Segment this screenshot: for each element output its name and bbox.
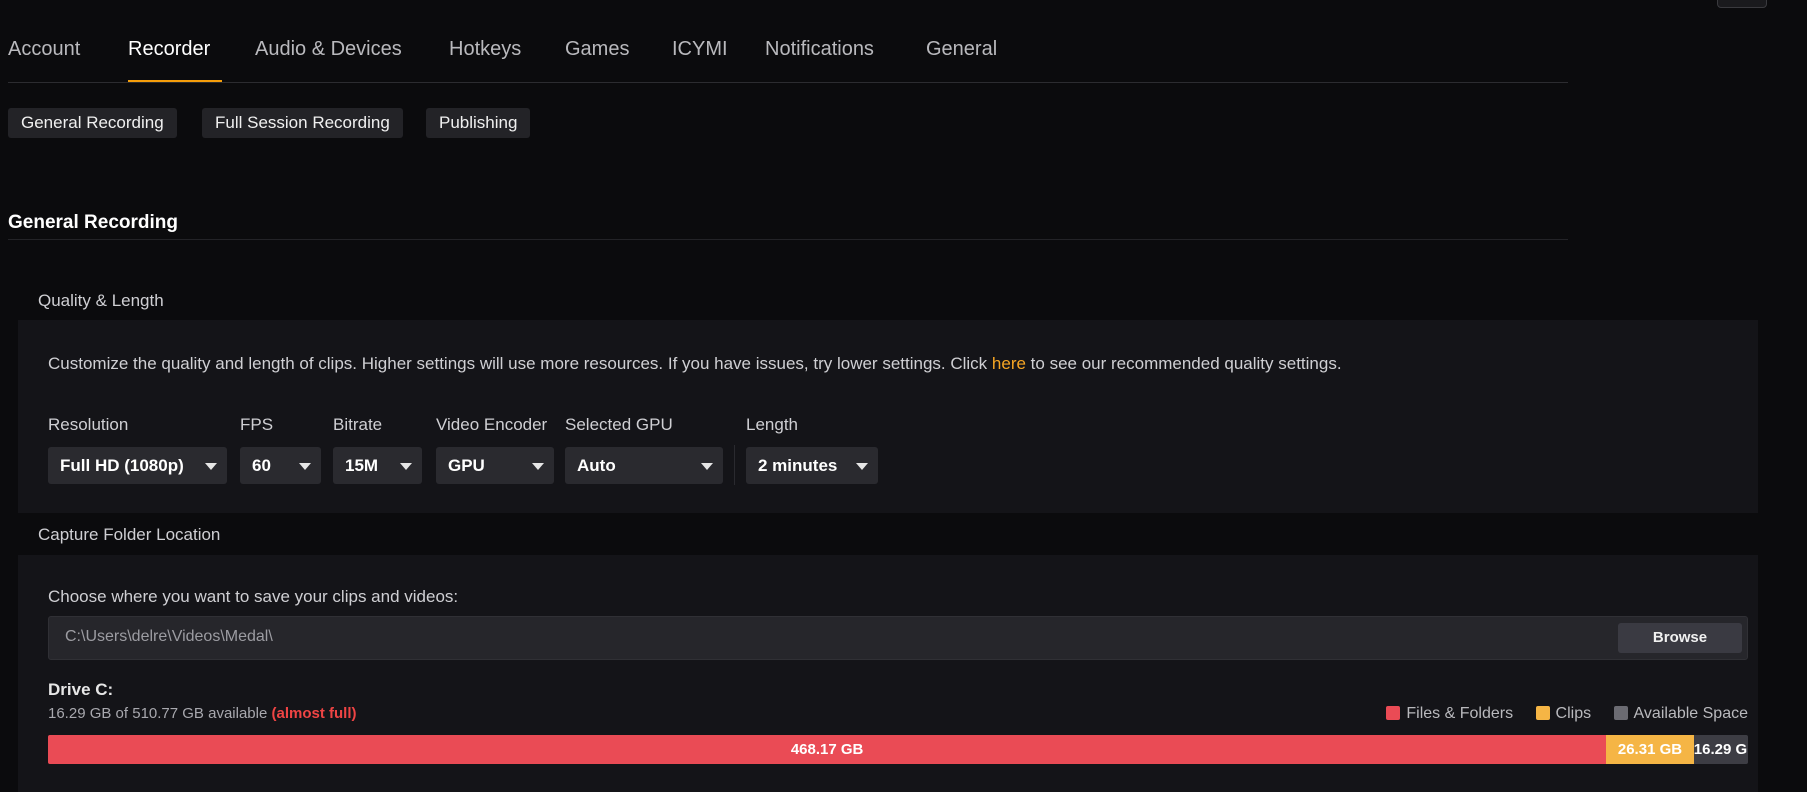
tab-recorder[interactable]: Recorder (128, 38, 210, 61)
chevron-down-icon (532, 463, 544, 470)
fps-select[interactable]: 60 (240, 447, 321, 484)
drive-availability: 16.29 GB of 510.77 GB available (almost … (48, 705, 357, 722)
resolution-value: Full HD (1080p) (60, 456, 184, 475)
section-title: General Recording (8, 212, 178, 233)
resolution-select[interactable]: Full HD (1080p) (48, 447, 227, 484)
bitrate-label: Bitrate (333, 415, 383, 434)
selected-gpu-label: Selected GPU (565, 415, 673, 434)
tab-hotkeys[interactable]: Hotkeys (449, 38, 521, 61)
storage-legend: Files & Folders Clips Available Space (1368, 705, 1748, 723)
tab-notifications[interactable]: Notifications (765, 38, 874, 61)
capture-folder-description: Choose where you want to save your clips… (48, 587, 459, 606)
legend-clips: Clips (1535, 705, 1592, 723)
chevron-down-icon (299, 463, 311, 470)
storage-usage-bar: 468.17 GB 26.31 GB 16.29 GB (48, 735, 1748, 764)
quality-length-panel (18, 320, 1758, 513)
usage-files-segment: 468.17 GB (48, 735, 1607, 764)
drive-available-text: 16.29 GB of 510.77 GB available (48, 705, 268, 722)
legend-files-label: Files & Folders (1406, 705, 1514, 722)
legend-clips-label: Clips (1555, 705, 1592, 722)
chevron-down-icon (856, 463, 868, 470)
fps-label: FPS (240, 415, 274, 434)
tab-games[interactable]: Games (565, 38, 629, 61)
subtab-full-session-recording[interactable]: Full Session Recording (202, 108, 403, 138)
length-select[interactable]: 2 minutes (746, 447, 878, 484)
subtab-general-recording[interactable]: General Recording (8, 108, 177, 138)
tab-account[interactable]: Account (8, 38, 80, 61)
selected-gpu-select[interactable]: Auto (565, 447, 723, 484)
chevron-down-icon (701, 463, 713, 470)
length-value: 2 minutes (758, 456, 838, 475)
quality-description: Customize the quality and length of clip… (48, 354, 1342, 374)
browse-button[interactable]: Browse (1618, 623, 1742, 653)
quality-description-tail: to see our recommended quality settings. (1025, 354, 1342, 373)
settings-tabs: Account Recorder Audio & Devices Hotkeys… (8, 0, 1568, 83)
files-swatch (1386, 706, 1401, 720)
section-divider (8, 239, 1568, 240)
chevron-down-icon (205, 463, 217, 470)
usage-available-segment: 16.29 GB (1693, 735, 1748, 764)
top-right-button[interactable] (1717, 0, 1767, 8)
subtab-publishing[interactable]: Publishing (426, 108, 531, 138)
capture-folder-field[interactable]: C:\Users\delre\Videos\Medal\ Browse (48, 616, 1748, 660)
drive-title: Drive C: (48, 680, 114, 699)
selected-gpu-value: Auto (577, 456, 616, 475)
chevron-down-icon (400, 463, 412, 470)
available-swatch (1613, 706, 1628, 720)
video-encoder-select[interactable]: GPU (436, 447, 554, 484)
tab-icymi[interactable]: ICYMI (672, 38, 728, 61)
tab-general[interactable]: General (926, 38, 997, 61)
video-encoder-label: Video Encoder (436, 415, 548, 434)
capture-folder-path: C:\Users\delre\Videos\Medal\ (65, 628, 273, 645)
video-encoder-value: GPU (448, 456, 485, 475)
drive-warning: (almost full) (271, 705, 357, 722)
active-tab-underline (128, 80, 222, 82)
usage-clips-segment: 26.31 GB (1606, 735, 1694, 764)
legend-available: Available Space (1613, 705, 1748, 723)
fields-separator (734, 445, 735, 485)
bitrate-select[interactable]: 15M (333, 447, 422, 484)
tab-audio-devices[interactable]: Audio & Devices (255, 38, 402, 61)
recommended-settings-link[interactable]: here (992, 354, 1026, 373)
legend-available-label: Available Space (1633, 705, 1748, 722)
length-label: Length (746, 415, 798, 434)
quality-length-title: Quality & Length (38, 291, 164, 310)
capture-folder-title: Capture Folder Location (38, 525, 221, 544)
legend-files: Files & Folders (1386, 705, 1513, 723)
bitrate-value: 15M (345, 456, 379, 475)
fps-value: 60 (252, 456, 271, 475)
quality-description-text: Customize the quality and length of clip… (48, 354, 992, 373)
resolution-label: Resolution (48, 415, 129, 434)
clips-swatch (1535, 706, 1550, 720)
